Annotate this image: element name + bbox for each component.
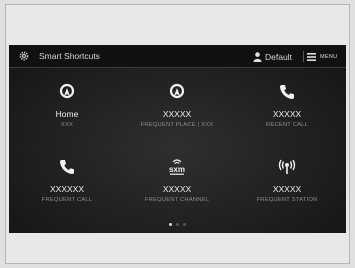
page-title: Smart Shortcuts <box>39 51 100 61</box>
shortcut-subtitle: XXX <box>60 122 74 128</box>
menu-button[interactable]: MENU <box>307 45 337 68</box>
shortcut-title: XXXXX <box>272 184 302 194</box>
shortcut-title: Home <box>55 109 79 119</box>
shortcut-tile-frequent-place[interactable]: XXXXX FREQUENT PLACE | XXX <box>122 82 232 152</box>
shortcut-subtitle: FREQUENT PLACE | XXX <box>140 122 214 128</box>
shortcut-subtitle: FREQUENT CALL <box>41 197 93 203</box>
page-indicator[interactable] <box>9 223 346 226</box>
shortcut-tile-frequent-station[interactable]: XXXXX FREQUENT STATION <box>232 157 342 227</box>
settings-gear-icon[interactable] <box>18 50 30 62</box>
svg-text:sxm: sxm <box>169 165 185 174</box>
user-icon <box>253 51 262 62</box>
page-dot <box>183 223 186 226</box>
shortcut-tile-recent-call[interactable]: XXXXX RECENT CALL <box>232 82 342 152</box>
phone-icon <box>60 160 74 174</box>
phone-icon <box>280 85 294 99</box>
shortcut-tile-home[interactable]: Home XXX <box>12 82 122 152</box>
shortcut-subtitle: FREQUENT CHANNEL <box>144 197 210 203</box>
profile-label: Default <box>265 51 292 62</box>
infotainment-screen: Smart Shortcuts Default MENU Home XXX XX… <box>9 45 346 233</box>
shortcut-tile-frequent-channel[interactable]: sxm XXXXX FREQUENT CHANNEL <box>122 157 232 227</box>
menu-icon <box>307 52 316 61</box>
menu-label: MENU <box>320 53 338 60</box>
sxm-icon: sxm <box>169 159 185 175</box>
page-dot-active <box>169 223 172 226</box>
shortcut-title: XXXXX <box>272 109 302 119</box>
shortcut-subtitle: FREQUENT STATION <box>256 197 318 203</box>
header-divider <box>303 51 304 62</box>
shortcut-tile-frequent-call[interactable]: XXXXXX FREQUENT CALL <box>12 157 122 227</box>
shortcut-subtitle: RECENT CALL <box>265 122 309 128</box>
shortcut-title: XXXXXX <box>49 184 85 194</box>
radio-broadcast-icon <box>278 159 296 174</box>
navigation-icon <box>169 83 185 99</box>
header-bar: Smart Shortcuts Default MENU <box>9 45 346 68</box>
profile-button[interactable]: Default <box>253 45 292 68</box>
shortcut-title: XXXXX <box>162 184 192 194</box>
shortcut-title: XXXXX <box>162 109 192 119</box>
page-dot <box>176 223 179 226</box>
navigation-icon <box>59 83 75 99</box>
